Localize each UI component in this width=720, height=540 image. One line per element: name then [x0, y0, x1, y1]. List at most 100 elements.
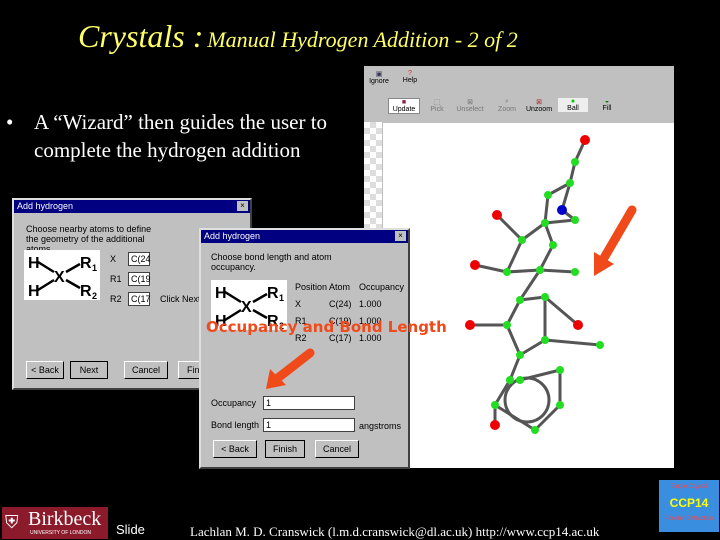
- close-icon[interactable]: ×: [237, 201, 248, 211]
- atom[interactable]: [549, 241, 557, 249]
- atom[interactable]: [465, 320, 475, 330]
- arrow-annotation-occupancy: [266, 348, 315, 389]
- atom[interactable]: [557, 205, 567, 215]
- diagram-label: 1: [92, 263, 97, 273]
- back-button[interactable]: < Back: [213, 440, 257, 458]
- diagram-label: H: [215, 285, 227, 302]
- atom[interactable]: [541, 293, 549, 301]
- atom[interactable]: [531, 426, 539, 434]
- ignore-button[interactable]: ▣ Ignore: [366, 70, 392, 85]
- atom[interactable]: [566, 179, 574, 187]
- diagram-label: R: [267, 285, 279, 302]
- atom[interactable]: [516, 351, 524, 359]
- bond-length-input[interactable]: 1: [263, 418, 355, 432]
- back-button[interactable]: < Back: [26, 361, 64, 379]
- close-icon[interactable]: ×: [395, 231, 406, 241]
- atom[interactable]: [516, 376, 524, 384]
- atom[interactable]: [544, 191, 552, 199]
- unselect-button[interactable]: ⊠ Unselect: [454, 98, 486, 113]
- atom[interactable]: [556, 401, 564, 409]
- pick-icon: ⬚: [433, 99, 441, 106]
- atom[interactable]: [580, 135, 590, 145]
- cell: X: [295, 299, 302, 309]
- occupancy-label: Occupancy: [211, 398, 257, 408]
- atom[interactable]: [516, 296, 524, 304]
- cancel-button[interactable]: Cancel: [124, 361, 168, 379]
- zoom-button[interactable]: ⌕ Zoom: [494, 98, 520, 113]
- header-position: Position: [295, 282, 328, 292]
- field-r1-label: R1: [110, 274, 122, 284]
- atom[interactable]: [556, 366, 564, 374]
- header-atom: Atom: [329, 282, 351, 292]
- atom-table-header: Position Atom Occupancy: [295, 282, 405, 299]
- atom[interactable]: [518, 236, 526, 244]
- atom[interactable]: [506, 376, 514, 384]
- diagram-label: X: [54, 269, 65, 286]
- atom[interactable]: [571, 268, 579, 276]
- dialog2-instruction: Choose bond length and atom occupancy.: [211, 252, 332, 272]
- update-button[interactable]: ■ Update: [388, 98, 420, 114]
- fill-button[interactable]: ◒ Fill: [594, 98, 620, 112]
- atom[interactable]: [571, 216, 579, 224]
- molecule-canvas[interactable]: [383, 123, 674, 468]
- atom-table: Position Atom Occupancy X C(24) 1.000 R1 C(19…: [295, 282, 405, 350]
- atom[interactable]: [492, 210, 502, 220]
- ccp14-logo: Single Crystal CCP14 Powder Diffraction: [659, 480, 719, 532]
- fill-label: Fill: [602, 105, 612, 112]
- title-main: Crystals :: [78, 18, 204, 54]
- viewer-toolbar-2: ■ Update ⬚ Pick ⊠ Unselect ⌕ Zoom ⊠ Unzoom ● B…: [384, 98, 674, 120]
- bond: [543, 194, 550, 224]
- bond: [538, 244, 555, 271]
- dialog2-titlebar: Add hydrogen ×: [201, 230, 408, 243]
- finish-button[interactable]: Finish: [265, 440, 305, 458]
- atom[interactable]: [541, 336, 549, 344]
- cell: 1.000: [359, 299, 382, 309]
- pick-button[interactable]: ⬚ Pick: [424, 98, 450, 113]
- field-r2-input[interactable]: C(17: [128, 292, 151, 306]
- atom[interactable]: [536, 266, 544, 274]
- ccp14-top: Single Crystal: [670, 484, 708, 490]
- logo-subtext: UNIVERSITY OF LONDON: [30, 530, 92, 536]
- ignore-label: Ignore: [369, 78, 389, 85]
- ball-label: Ball: [567, 105, 579, 112]
- field-x-input[interactable]: C(24: [128, 252, 151, 266]
- bond: [505, 324, 522, 356]
- atom[interactable]: [541, 219, 549, 227]
- occupancy-input[interactable]: 1: [263, 396, 355, 410]
- atom[interactable]: [571, 158, 579, 166]
- unzoom-label: Unzoom: [525, 106, 553, 113]
- help-icon: ?: [408, 70, 412, 77]
- bond: [508, 354, 522, 381]
- next-button[interactable]: Next: [70, 361, 108, 379]
- unselect-label: Unselect: [456, 106, 484, 113]
- ball-button[interactable]: ● Ball: [558, 98, 588, 112]
- atom[interactable]: [503, 268, 511, 276]
- ignore-icon: ▣: [375, 71, 383, 78]
- atom[interactable]: [503, 321, 511, 329]
- cell: C(24): [329, 299, 352, 309]
- dialog1-titlebar: Add hydrogen ×: [14, 200, 250, 213]
- field-r1-input[interactable]: C(19: [128, 272, 151, 286]
- ccp14-text: CCP14: [669, 496, 709, 510]
- unzoom-button[interactable]: ⊠ Unzoom: [524, 98, 554, 113]
- diagram-label: R: [80, 255, 92, 272]
- slide-title: Crystals : Manual Hydrogen Addition - 2 …: [78, 18, 518, 55]
- atom[interactable]: [491, 401, 499, 409]
- header-occupancy: Occupancy: [359, 282, 405, 292]
- bond: [506, 268, 541, 274]
- zoom-label: Zoom: [498, 106, 516, 113]
- help-button[interactable]: ? Help: [398, 70, 422, 84]
- viewer-toolbar-1: ▣ Ignore ? Help: [364, 70, 674, 94]
- update-label: Update: [392, 106, 416, 113]
- ccp14-bottom: Powder Diffraction: [664, 516, 714, 522]
- atom[interactable]: [596, 341, 604, 349]
- bond-unit-label: angstroms: [359, 421, 402, 431]
- unzoom-icon: ⊠: [536, 99, 542, 106]
- atom[interactable]: [470, 260, 480, 270]
- diagram-label: X: [241, 299, 252, 316]
- annotation-label: Occupancy and Bond Length: [206, 318, 447, 336]
- bond: [544, 338, 601, 347]
- atom[interactable]: [490, 420, 500, 430]
- cancel-button[interactable]: Cancel: [315, 440, 359, 458]
- atom[interactable]: [573, 320, 583, 330]
